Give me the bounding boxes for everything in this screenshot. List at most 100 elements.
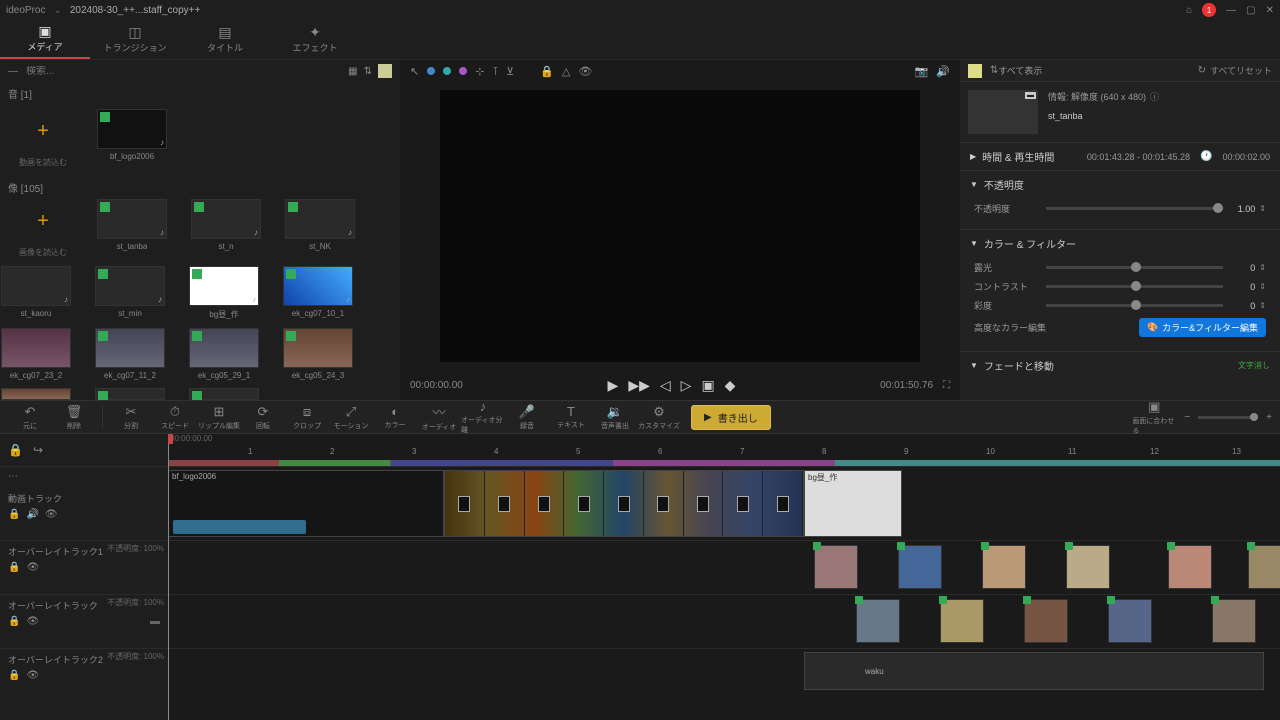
speed-button[interactable]: ⏱スピード	[153, 404, 197, 431]
overlay-clip[interactable]	[1168, 545, 1212, 589]
next-frame-icon[interactable]: ▷	[681, 377, 692, 394]
media-item[interactable]: ♪st_NK	[280, 199, 360, 258]
media-item[interactable]	[184, 388, 264, 400]
text-button[interactable]: Tテキスト	[549, 404, 593, 430]
camera-icon[interactable]: 📷	[915, 65, 929, 78]
highlight-icon[interactable]	[378, 64, 392, 78]
redo-icon[interactable]: ↪	[33, 443, 43, 457]
notification-badge[interactable]: 1	[1202, 3, 1216, 17]
tool-icon[interactable]: ⊺	[492, 65, 498, 78]
customize-button[interactable]: ⚙カスタマイズ	[637, 404, 681, 431]
section-opacity[interactable]: ▼不透明度	[960, 171, 1280, 198]
lock-icon[interactable]: 🔒	[8, 562, 20, 573]
zoom-in-icon[interactable]: +	[1266, 412, 1272, 423]
zoom-out-icon[interactable]: −	[1184, 412, 1190, 423]
overlay-clip[interactable]	[814, 545, 858, 589]
rotate-button[interactable]: ⟳回転	[241, 404, 285, 431]
home-icon[interactable]: ⌂	[1186, 5, 1192, 16]
media-item[interactable]: ek_cg05_29_1	[184, 328, 264, 380]
audio-fade-button[interactable]: 〰オーディオ	[417, 402, 461, 432]
marker-blue-icon[interactable]	[427, 67, 435, 75]
section-fade[interactable]: ▼フェードと移動文字消し	[960, 352, 1280, 379]
exposure-value[interactable]: 0	[1231, 263, 1255, 273]
tab-transitions[interactable]: ◫トランジション	[90, 20, 180, 59]
contrast-value[interactable]: 0	[1231, 282, 1255, 292]
section-color[interactable]: ▼カラー & フィルター	[960, 230, 1280, 257]
add-image-button[interactable]: +	[21, 199, 65, 243]
undo-button[interactable]: ↶元に	[8, 404, 52, 431]
cut-button[interactable]: ✂分割	[109, 404, 153, 431]
tab-titles[interactable]: ▤タイトル	[180, 20, 270, 59]
overlay-clip[interactable]	[940, 599, 984, 643]
playhead[interactable]	[168, 434, 169, 720]
saturation-value[interactable]: 0	[1231, 301, 1255, 311]
close-icon[interactable]: ✕	[1266, 5, 1274, 16]
media-item[interactable]	[0, 388, 76, 400]
marker-purple-icon[interactable]	[459, 67, 467, 75]
timeline-clip[interactable]: bf_logo2006	[168, 470, 444, 537]
grid-view-icon[interactable]: ▦	[348, 66, 357, 77]
timeline-ruler[interactable]: 00:00:00.00 1 2 3 4 5 6 7 8 9 10 11 12 1…	[168, 434, 1280, 466]
motion-button[interactable]: ⤢モーション	[329, 404, 373, 431]
tool-icon[interactable]: ⊻	[506, 65, 514, 78]
minimize-icon[interactable]: —	[1226, 5, 1236, 16]
info-icon[interactable]: ⓘ	[1150, 92, 1159, 102]
media-item[interactable]: ♪bg昼_作	[184, 266, 264, 320]
overlay-track-3[interactable]: waku	[168, 648, 1280, 702]
eye-icon[interactable]: 👁	[26, 616, 39, 627]
speaker-icon[interactable]: 🔊	[26, 509, 38, 520]
media-item[interactable]	[90, 388, 170, 400]
sort-icon[interactable]: ⇅	[364, 66, 372, 77]
color-button[interactable]: ◐カラー	[373, 404, 417, 430]
ripple-button[interactable]: ⊞リップル編集	[197, 404, 241, 431]
section-time[interactable]: ▶時間 & 再生時間 00:01:43.28 - 00:01:45.28 🕐 0…	[960, 143, 1280, 170]
media-item[interactable]: ♪st_n	[186, 199, 266, 258]
cursor-icon[interactable]: ↖	[410, 65, 419, 78]
overlay-track-1[interactable]	[168, 540, 1280, 594]
overlay-clip[interactable]	[1108, 599, 1152, 643]
stepper-icon[interactable]: ⇕	[1259, 301, 1266, 310]
media-item[interactable]: ♪bf_logo2006	[92, 109, 172, 168]
opacity-slider[interactable]	[1046, 207, 1223, 210]
marker-cyan-icon[interactable]	[443, 67, 451, 75]
marker-icon[interactable]: ◆	[725, 377, 736, 394]
add-audio-button[interactable]: +	[21, 109, 65, 153]
category-image[interactable]: 像 [105]	[0, 176, 392, 199]
saturation-slider[interactable]	[1046, 304, 1223, 307]
category-audio[interactable]: 音 [1]	[0, 82, 400, 105]
lock-icon[interactable]: 🔒	[8, 443, 23, 457]
maximize-icon[interactable]: ▢	[1246, 5, 1255, 16]
tool-icon[interactable]: △	[562, 65, 570, 78]
crop-button[interactable]: ⧈クロップ	[285, 404, 329, 431]
overlay-clip[interactable]	[898, 545, 942, 589]
show-all-label[interactable]: すべて表示	[998, 64, 1197, 77]
audio-out-button[interactable]: 🔉音声書出	[593, 404, 637, 431]
video-track[interactable]: bf_logo2006 bg昼_作	[168, 466, 1280, 540]
stepper-icon[interactable]: ⇕	[1259, 263, 1266, 272]
reset-all-button[interactable]: すべてリセット	[1210, 64, 1272, 77]
refresh-icon[interactable]: ↻	[1198, 65, 1206, 76]
fullscreen-icon[interactable]: ⛶	[943, 380, 950, 391]
media-item[interactable]: ♪st_tanba	[92, 199, 172, 258]
crop-icon[interactable]: ▣	[701, 377, 714, 394]
eye-icon[interactable]: 👁	[578, 65, 592, 78]
media-item[interactable]: ♪ek_cg07_10_1	[278, 266, 358, 320]
lock-icon[interactable]: 🔒	[8, 670, 20, 681]
timeline-clip[interactable]	[444, 470, 804, 537]
lock-icon[interactable]: 🔒	[8, 616, 20, 627]
overlay-track-2[interactable]	[168, 594, 1280, 648]
export-button[interactable]: ▶書き出し	[691, 405, 771, 430]
lock-icon[interactable]: 🔒	[540, 65, 554, 78]
timeline-clip[interactable]: bg昼_作	[804, 470, 902, 537]
delete-button[interactable]: 🗑削除	[52, 404, 96, 431]
media-item[interactable]: ek_cg07_23_2	[0, 328, 76, 380]
eye-icon[interactable]: 👁	[26, 562, 39, 573]
stepper-icon[interactable]: ⇕	[1259, 204, 1266, 213]
timeline-clip[interactable]: waku	[804, 652, 1264, 690]
filter-icon[interactable]: ⇅	[990, 65, 998, 76]
stepper-icon[interactable]: ⇕	[1259, 282, 1266, 291]
tab-media[interactable]: ▣メディア	[0, 20, 90, 59]
eye-icon[interactable]: 👁	[26, 670, 39, 681]
search-input[interactable]	[26, 66, 342, 77]
eye-icon[interactable]: 👁	[45, 509, 58, 520]
